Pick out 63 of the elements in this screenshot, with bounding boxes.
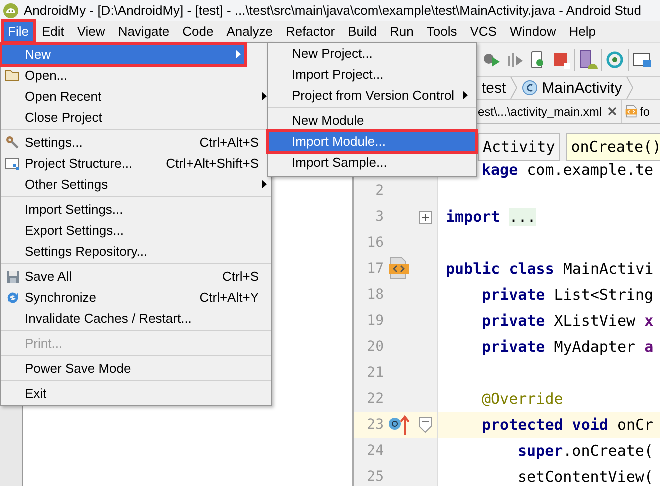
line-number: 17: [366, 261, 384, 277]
line-number: 25: [366, 469, 384, 485]
code-line: @Override: [482, 390, 564, 408]
line-number: 22: [366, 391, 384, 407]
menu-item[interactable]: Settings... Ctrl+Alt+S: [1, 132, 271, 153]
menu-item[interactable]: File: [4, 22, 33, 41]
menu-item[interactable]: Power Save Mode: [1, 358, 271, 379]
menu-item[interactable]: Exit: [1, 383, 271, 404]
menu-item[interactable]: Save All Ctrl+S: [1, 266, 271, 287]
menu-item[interactable]: Other Settings: [1, 174, 271, 195]
navigation-button[interactable]: Activity: [478, 133, 560, 161]
menu-item[interactable]: Build: [344, 22, 382, 41]
code-line: import ...: [446, 208, 536, 226]
code-line: setContentView(: [518, 468, 654, 486]
menu-item[interactable]: Open Recent: [1, 86, 271, 107]
menu-item[interactable]: Open...: [1, 65, 271, 86]
menu-item[interactable]: Project Structure... Ctrl+Alt+Shift+S: [1, 153, 271, 174]
code-line: private XListView x: [482, 312, 654, 330]
menu-item[interactable]: Close Project: [1, 107, 271, 128]
menu-item[interactable]: Import Settings...: [1, 199, 271, 220]
editor-tab[interactable]: est\...\activity_main.xml: [478, 100, 622, 123]
menu-item[interactable]: Run: [386, 22, 418, 41]
code-line: super.onCreate(: [518, 442, 654, 460]
menu-item[interactable]: Synchronize Ctrl+Alt+Y: [1, 287, 271, 308]
breadcrumb[interactable]: test: [482, 80, 506, 96]
code-line: protected void onCr: [482, 416, 654, 434]
code-line: kage com.example.te: [482, 161, 654, 178]
menu-item[interactable]: VCS: [466, 22, 501, 41]
menu-item[interactable]: Help: [565, 22, 600, 41]
line-number: 21: [366, 365, 384, 381]
menu-item[interactable]: Tools: [422, 22, 462, 41]
menu-item[interactable]: Edit: [38, 22, 68, 41]
menu-item[interactable]: Import Sample...: [268, 152, 476, 173]
menu-item[interactable]: New Project...: [268, 43, 476, 64]
menu-item[interactable]: Analyze: [222, 22, 277, 41]
line-number: 23: [366, 417, 384, 433]
menu-item[interactable]: New: [1, 44, 245, 65]
line-number: 20: [366, 339, 384, 355]
navigation-button[interactable]: onCreate(): [566, 133, 660, 161]
menu-item[interactable]: Refactor: [282, 22, 340, 41]
code-line: private MyAdapter a: [482, 338, 654, 356]
line-number: 2: [374, 183, 384, 199]
menu-item[interactable]: Navigate: [114, 22, 174, 41]
menu-item[interactable]: Import Module...: [268, 131, 476, 152]
window-title: AndroidMy - [D:\AndroidMy] - [test] - ...\test\src\main\java\com\example\test\MainActivity.java - Android Stud: [24, 3, 642, 18]
menu-item[interactable]: Code: [178, 22, 218, 41]
code-line: public class MainActivi: [446, 260, 654, 278]
menu-item[interactable]: Window: [506, 22, 560, 41]
menu-item[interactable]: Settings Repository...: [1, 241, 271, 262]
line-number: 3: [374, 209, 384, 225]
menu-item[interactable]: New Module: [268, 110, 476, 131]
line-number: 19: [366, 313, 384, 329]
menu-item[interactable]: View: [73, 22, 110, 41]
breadcrumb[interactable]: MainActivity: [522, 80, 622, 96]
menu-item[interactable]: Import Project...: [268, 64, 476, 85]
code-line: private List<String: [482, 286, 654, 304]
menu-item[interactable]: Invalidate Caches / Restart...: [1, 308, 271, 329]
editor-tab[interactable]: fo: [622, 100, 654, 123]
menu-item[interactable]: Export Settings...: [1, 220, 271, 241]
line-number: 24: [366, 443, 384, 459]
line-number: 16: [366, 235, 384, 251]
line-number: 18: [366, 287, 384, 303]
menu-item[interactable]: Project from Version Control: [268, 85, 476, 106]
